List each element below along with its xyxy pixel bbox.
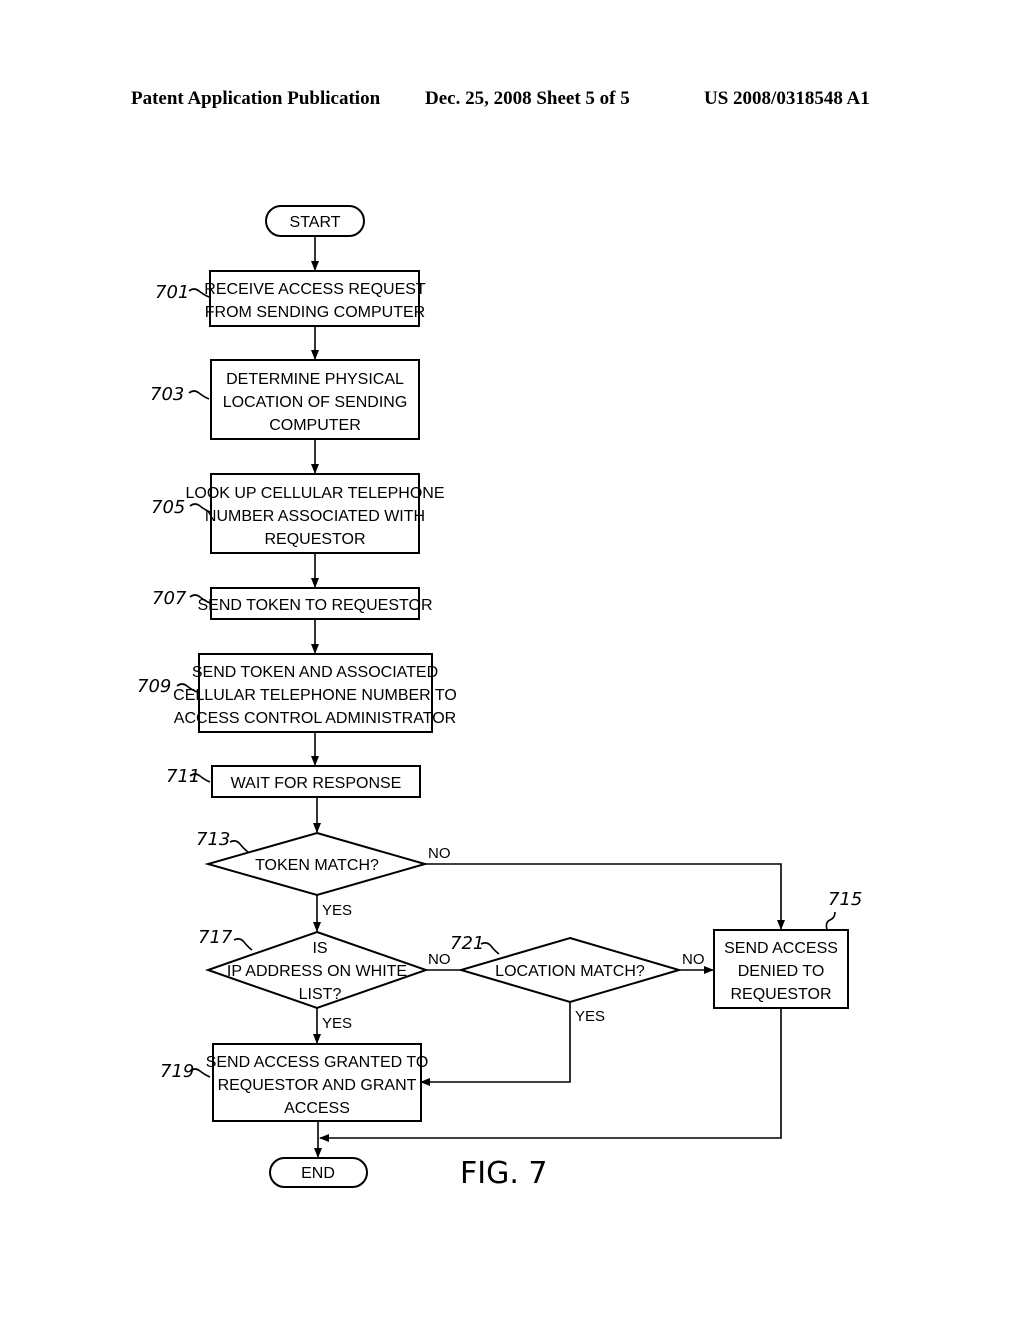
step-715: SEND ACCESS DENIED TO REQUESTOR 715: [713, 889, 862, 1009]
step-711: WAIT FOR RESPONSE 711: [166, 765, 421, 798]
step-703-line-1: DETERMINE PHYSICAL: [226, 371, 404, 388]
step-715-line-3: REQUESTOR: [730, 986, 831, 1003]
step-703-line-2: LOCATION OF SENDING: [223, 394, 408, 411]
ref-717: 717: [198, 927, 233, 948]
leader-715: [825, 911, 836, 931]
step-709-line-2: CELLULAR TELEPHONE NUMBER TO: [173, 687, 457, 704]
decision-713-text: TOKEN MATCH?: [255, 857, 379, 874]
edge-721-yes: [420, 1002, 571, 1086]
ref-701: 701: [155, 282, 189, 303]
decision-721: LOCATION MATCH? 721: [450, 933, 683, 1004]
step-705-line-1: LOOK UP CELLULAR TELEPHONE: [185, 485, 444, 502]
ref-709: 709: [137, 676, 171, 697]
step-719-line-2: REQUESTOR AND GRANT: [218, 1077, 417, 1094]
edge-717-no-label: NO: [428, 951, 451, 968]
flowchart: START RECEIVE ACCESS REQUEST FROM SENDIN…: [137, 205, 862, 1191]
ref-703: 703: [150, 384, 184, 405]
decision-717-line-2: IP ADDRESS ON WHITE: [227, 963, 407, 980]
edge-721-no-label: NO: [682, 951, 705, 968]
ref-713: 713: [196, 829, 230, 850]
edge-713-no: [425, 863, 785, 930]
step-719: SEND ACCESS GRANTED TO REQUESTOR AND GRA…: [160, 1043, 429, 1122]
ref-715: 715: [828, 889, 862, 910]
step-711-line-1: WAIT FOR RESPONSE: [231, 775, 402, 792]
leader-713: [229, 840, 249, 853]
step-703: DETERMINE PHYSICAL LOCATION OF SENDING C…: [150, 359, 420, 440]
ref-721: 721: [450, 933, 484, 954]
ref-711: 711: [166, 766, 200, 787]
ref-705: 705: [151, 497, 185, 518]
start-terminal: START: [265, 205, 365, 237]
leader-717: [233, 938, 253, 951]
decision-721-text: LOCATION MATCH?: [495, 963, 645, 980]
step-709-line-3: ACCESS CONTROL ADMINISTRATOR: [174, 710, 456, 727]
step-719-line-1: SEND ACCESS GRANTED TO: [206, 1054, 429, 1071]
ref-707: 707: [152, 588, 187, 609]
step-703-line-3: COMPUTER: [269, 417, 361, 434]
step-705-line-3: REQUESTOR: [264, 531, 365, 548]
leader-703: [188, 390, 210, 400]
step-707-line-1: SEND TOKEN TO REQUESTOR: [197, 597, 432, 614]
edge-713-yes-label: YES: [322, 902, 352, 919]
ref-719: 719: [160, 1061, 194, 1082]
step-719-line-3: ACCESS: [284, 1100, 350, 1117]
decision-717-line-3: LIST?: [299, 986, 342, 1003]
step-715-line-2: DENIED TO: [738, 963, 825, 980]
edge-713-no-label: NO: [428, 845, 451, 862]
step-709: SEND TOKEN AND ASSOCIATED CELLULAR TELEP…: [137, 653, 457, 733]
start-label: START: [290, 214, 341, 231]
edge-717-yes-label: YES: [322, 1015, 352, 1032]
end-label: END: [301, 1165, 335, 1182]
step-705: LOOK UP CELLULAR TELEPHONE NUMBER ASSOCI…: [151, 473, 445, 554]
decision-717-line-1: IS: [312, 940, 327, 957]
decision-717: IS IP ADDRESS ON WHITE LIST? 717: [198, 927, 430, 1010]
step-705-line-2: NUMBER ASSOCIATED WITH: [205, 508, 425, 525]
step-701-line-2: FROM SENDING COMPUTER: [205, 304, 425, 321]
decision-713: TOKEN MATCH? 713: [196, 829, 429, 897]
step-715-line-1: SEND ACCESS: [724, 940, 838, 957]
figure-label: FIG. 7: [460, 1156, 548, 1191]
step-707: SEND TOKEN TO REQUESTOR 707: [152, 587, 433, 620]
end-terminal: END: [269, 1157, 368, 1188]
step-701: RECEIVE ACCESS REQUEST FROM SENDING COMP…: [155, 270, 426, 327]
edge-721-yes-label: YES: [575, 1008, 605, 1025]
step-709-line-1: SEND TOKEN AND ASSOCIATED: [192, 664, 438, 681]
step-701-line-1: RECEIVE ACCESS REQUEST: [204, 281, 426, 298]
